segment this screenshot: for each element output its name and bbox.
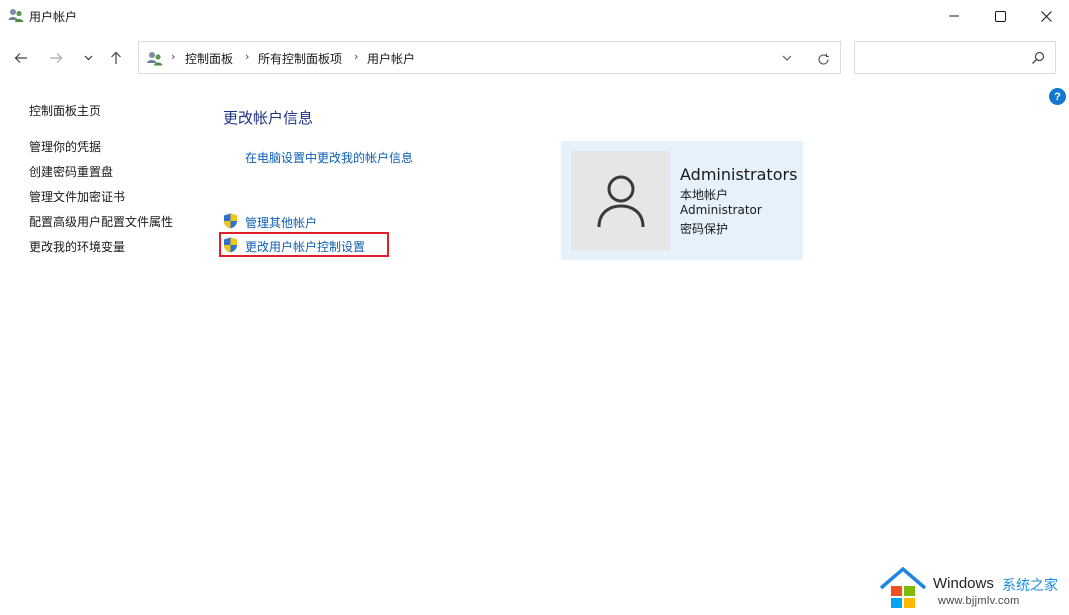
page-title: 更改帐户信息	[223, 109, 314, 127]
breadcrumb-separator[interactable]: ›	[171, 50, 175, 63]
sidebar-item-environment-variables[interactable]: 更改我的环境变量	[29, 238, 125, 255]
watermark: Windows 系统之家 www.bjjmlv.com	[878, 564, 1069, 615]
breadcrumb-separator[interactable]: ›	[245, 50, 249, 63]
house-logo-icon	[879, 566, 927, 608]
sidebar-item-file-encryption-certs[interactable]: 管理文件加密证书	[29, 188, 125, 205]
help-icon[interactable]: ?	[1049, 88, 1066, 105]
pc-settings-link[interactable]: 在电脑设置中更改我的帐户信息	[245, 149, 413, 166]
title-bar: 用户帐户	[0, 0, 1069, 32]
address-history-button[interactable]	[775, 48, 799, 68]
sidebar-item-control-panel-home[interactable]: 控制面板主页	[29, 102, 101, 119]
watermark-brand: Windows	[933, 575, 994, 592]
up-button[interactable]	[104, 46, 128, 70]
address-bar[interactable]: › 控制面板 › 所有控制面板项 › 用户帐户	[138, 41, 841, 74]
breadcrumb-user-accounts[interactable]: 用户帐户	[367, 50, 415, 67]
refresh-button[interactable]	[811, 48, 835, 70]
search-icon	[1032, 51, 1045, 64]
highlight-annotation	[219, 232, 389, 257]
window-title: 用户帐户	[29, 10, 78, 24]
back-button[interactable]	[9, 46, 33, 70]
user-accounts-icon	[8, 9, 24, 22]
chevron-down-icon	[84, 55, 92, 61]
breadcrumb-separator[interactable]: ›	[354, 50, 358, 63]
avatar	[571, 151, 670, 250]
user-account-card: Administrators 本地帐户 Administrator 密码保护	[561, 141, 803, 260]
password-status: 密码保护	[680, 222, 729, 236]
account-type: 本地帐户	[680, 188, 729, 202]
sidebar-item-create-reset-disk[interactable]: 创建密码重置盘	[29, 163, 113, 180]
arrow-left-icon	[14, 53, 27, 63]
forward-button[interactable]	[44, 46, 68, 70]
sidebar-item-advanced-profile[interactable]: 配置高级用户配置文件属性	[29, 213, 173, 230]
arrow-right-icon	[50, 53, 63, 63]
breadcrumb-control-panel[interactable]: 控制面板	[185, 50, 233, 67]
chevron-down-icon	[782, 55, 792, 61]
close-icon	[1040, 10, 1052, 22]
recent-locations-button[interactable]	[76, 46, 100, 70]
watermark-url: www.bjjmlv.com	[938, 595, 1020, 607]
uac-shield-icon	[224, 213, 237, 229]
breadcrumb-all-items[interactable]: 所有控制面板项	[258, 50, 342, 67]
account-username: Administrator	[680, 203, 762, 217]
navigation-bar: › 控制面板 › 所有控制面板项 › 用户帐户	[0, 32, 1069, 84]
user-accounts-icon	[147, 52, 163, 66]
sidebar-item-manage-credentials[interactable]: 管理你的凭据	[29, 138, 101, 155]
user-name: Administrators	[680, 165, 798, 184]
search-input[interactable]	[854, 41, 1056, 74]
maximize-button[interactable]	[977, 0, 1023, 32]
watermark-site-name: 系统之家	[1002, 578, 1058, 594]
user-silhouette-icon	[597, 175, 644, 227]
manage-other-accounts-link[interactable]: 管理其他帐户	[245, 214, 317, 231]
arrow-up-icon	[111, 51, 121, 64]
minimize-icon	[949, 15, 959, 17]
close-button[interactable]	[1023, 0, 1069, 32]
refresh-icon	[817, 53, 829, 65]
maximize-icon	[994, 10, 1006, 22]
minimize-button[interactable]	[931, 0, 977, 32]
